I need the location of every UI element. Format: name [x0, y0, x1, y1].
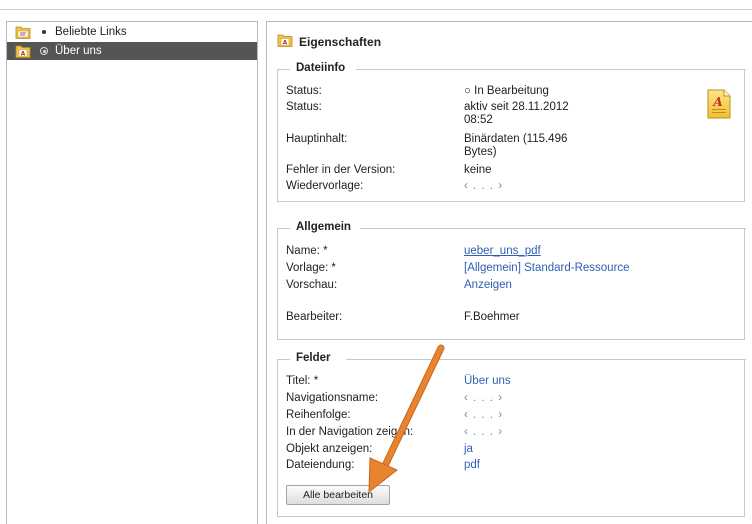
reihenfolge-label: Reihenfolge:	[286, 409, 351, 421]
section-felder: Felder Titel: * Über uns Navigationsname…	[277, 352, 746, 517]
vorschau-label: Vorschau:	[286, 279, 338, 291]
properties-panel: A Eigenschaften Dateiinfo Status: ○ In B…	[266, 21, 752, 524]
navigationsname-link[interactable]: ‹ . . . ›	[464, 392, 503, 405]
tree-item-ueber-uns[interactable]: A Über uns	[7, 42, 257, 60]
objekt-anzeigen-link[interactable]: ja	[464, 443, 473, 456]
document-folder-icon: A	[15, 43, 31, 59]
pdf-document-icon: A	[706, 89, 732, 122]
svg-text:A: A	[712, 95, 722, 109]
top-divider	[0, 9, 752, 10]
objekt-anzeigen-label: Objekt anzeigen:	[286, 443, 373, 455]
properties-header: A Eigenschaften	[277, 32, 381, 51]
status-label: Status:	[286, 85, 322, 97]
radio-selected-icon	[39, 46, 49, 56]
hauptinhalt-label: Hauptinhalt:	[286, 133, 348, 145]
tree-item-beliebte-links[interactable]: Beliebte Links	[7, 23, 257, 41]
reihenfolge-link[interactable]: ‹ . . . ›	[464, 409, 503, 422]
hauptinhalt-value-bytes: Bytes)	[464, 146, 497, 158]
svg-text:A: A	[283, 40, 288, 47]
dateiendung-label: Dateiendung:	[286, 459, 355, 471]
wiedervorlage-link[interactable]: ‹ . . . ›	[464, 180, 503, 193]
section-legend: Felder	[290, 352, 337, 364]
status-value-time: 08:52	[464, 114, 493, 126]
status-label: Status:	[286, 101, 322, 113]
tree-item-label: Über uns	[55, 45, 102, 57]
vorlage-link[interactable]: [Allgemein] Standard-Ressource	[464, 262, 630, 275]
fehler-label: Fehler in der Version:	[286, 164, 396, 176]
in-navigation-link[interactable]: ‹ . . . ›	[464, 426, 503, 439]
name-link[interactable]: ueber_uns_pdf	[464, 245, 541, 258]
titel-link[interactable]: Über uns	[464, 375, 511, 388]
wiedervorlage-label: Wiedervorlage:	[286, 180, 364, 192]
bullet-icon	[39, 27, 49, 37]
hauptinhalt-value: Binärdaten (115.496	[464, 133, 568, 145]
section-legend: Dateiinfo	[290, 62, 352, 74]
navigation-tree: Beliebte Links A Über uns	[6, 21, 258, 524]
link-folder-icon	[15, 24, 31, 40]
bearbeiter-label: Bearbeiter:	[286, 311, 343, 323]
tree-item-label: Beliebte Links	[55, 26, 127, 38]
fehler-value: keine	[464, 164, 492, 176]
section-allgemein: Allgemein Name: * ueber_uns_pdf Vorlage:…	[277, 221, 746, 340]
section-legend: Allgemein	[290, 221, 357, 233]
vorschau-link[interactable]: Anzeigen	[464, 279, 512, 292]
navigationsname-label: Navigationsname:	[286, 392, 379, 404]
titel-label: Titel: *	[286, 375, 319, 387]
in-navigation-label: In der Navigation zeigen:	[286, 426, 414, 438]
bearbeiter-value: F.Boehmer	[464, 311, 520, 323]
document-folder-icon: A	[277, 32, 293, 51]
dateiendung-link[interactable]: pdf	[464, 459, 480, 472]
vorlage-label: Vorlage: *	[286, 262, 336, 274]
edit-all-button[interactable]: Alle bearbeiten	[286, 485, 390, 505]
svg-text:A: A	[21, 51, 26, 58]
section-dateiinfo: Dateiinfo Status: ○ In Bearbeitung Statu…	[277, 62, 746, 202]
page-title: Eigenschaften	[299, 34, 382, 49]
status-value: aktiv seit 28.11.2012	[464, 101, 569, 113]
status-value: ○ In Bearbeitung	[464, 85, 549, 97]
name-label: Name: *	[286, 245, 328, 257]
